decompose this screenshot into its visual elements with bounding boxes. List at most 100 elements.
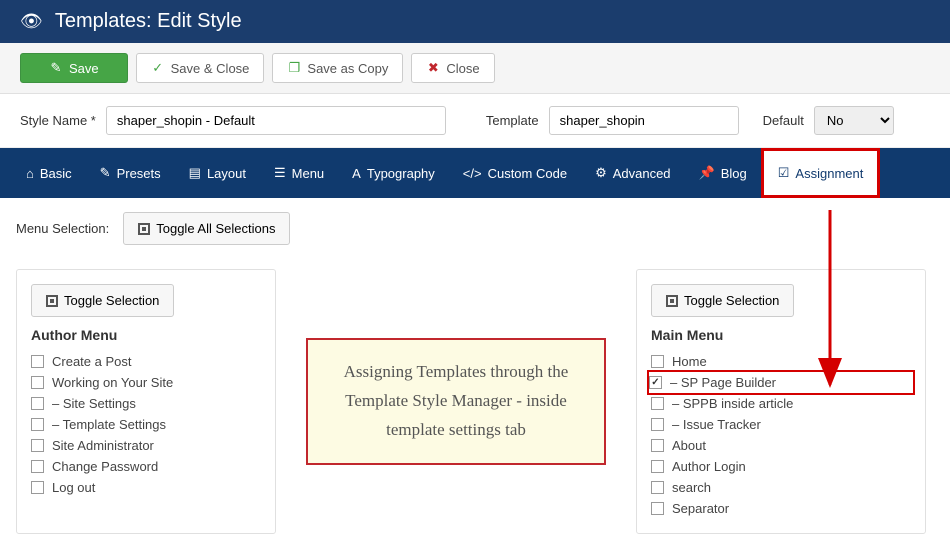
list-item: Author Login [651,456,911,477]
save-icon [49,60,63,76]
checkbox[interactable] [651,481,664,494]
tab-assignment[interactable]: ☑Assignment [761,148,881,198]
checkbox[interactable] [651,355,664,368]
checkbox[interactable] [31,418,44,431]
layout-icon: ▤ [189,165,201,181]
list-item: Log out [31,477,261,498]
page-header: 👁 Templates: Edit Style [0,0,950,43]
save-as-copy-button[interactable]: Save as Copy [272,53,403,83]
tab-custom-code[interactable]: </>Custom Code [449,148,581,198]
tab-bar: ⌂Basic ✎Presets ▤Layout ☰Menu ATypograph… [0,148,950,198]
columns: Toggle Selection Author Menu Create a Po… [16,269,934,534]
list-item: Create a Post [31,351,261,372]
list-item: Working on Your Site [31,372,261,393]
main-menu-panel: Toggle Selection Main Menu Home– SP Page… [636,269,926,534]
list-item: Site Administrator [31,435,261,456]
item-label: Working on Your Site [52,375,173,390]
checkbox[interactable] [651,460,664,473]
wand-icon: ✎ [100,165,111,181]
item-label: – Issue Tracker [672,417,761,432]
close-button[interactable]: Close [411,53,494,83]
style-form-row: Style Name * Template Default No [0,94,950,148]
item-label: Change Password [52,459,158,474]
style-name-input[interactable] [106,106,446,135]
main-menu-list: Home – SP Page Builder – SPPB inside artic… [651,351,911,519]
tab-presets[interactable]: ✎Presets [86,148,175,198]
menu-icon: ☰ [274,165,286,181]
checkbox[interactable] [31,481,44,494]
author-menu-list: Create a Post Working on Your Site – Site … [31,351,261,498]
item-label: Log out [52,480,95,495]
checkbox[interactable] [651,502,664,515]
item-label: – SP Page Builder [670,375,776,390]
toggle-icon [666,295,678,307]
author-menu-title: Author Menu [31,327,261,343]
author-menu-panel: Toggle Selection Author Menu Create a Po… [16,269,276,534]
checkbox[interactable] [31,397,44,410]
gear-icon: ⚙ [595,165,607,181]
item-label: Separator [672,501,729,516]
item-label: – Site Settings [52,396,136,411]
content-area: Menu Selection: Toggle All Selections To… [0,198,950,548]
list-item: – Template Settings [31,414,261,435]
annotation-callout: Assigning Templates through the Template… [306,338,606,465]
action-toolbar: Save Save & Close Save as Copy Close [0,43,950,94]
copy-icon [287,60,301,76]
save-copy-label: Save as Copy [307,61,388,76]
checkbox[interactable] [651,439,664,452]
default-label: Default [763,113,804,128]
item-label: search [672,480,711,495]
check-square-icon: ☑ [778,165,790,181]
checkbox[interactable] [649,376,662,389]
style-name-label: Style Name * [20,113,96,128]
save-close-label: Save & Close [171,61,250,76]
page-title: Templates: Edit Style [55,10,242,33]
item-label: About [672,438,706,453]
checkbox[interactable] [31,460,44,473]
tab-layout[interactable]: ▤Layout [175,148,260,198]
toggle-icon [46,295,58,307]
item-label: Author Login [672,459,746,474]
list-item: search [651,477,911,498]
tab-menu[interactable]: ☰Menu [260,148,338,198]
tab-advanced[interactable]: ⚙Advanced [581,148,684,198]
list-item: – SP Page Builder [647,370,915,395]
home-icon: ⌂ [26,166,34,181]
save-label: Save [69,61,99,76]
toggle-icon [138,223,150,235]
eye-icon: 👁 [20,11,43,32]
save-button[interactable]: Save [20,53,128,83]
list-item: – SPPB inside article [651,393,911,414]
close-label: Close [446,61,479,76]
toggle-selection-author[interactable]: Toggle Selection [31,284,174,317]
item-label: Home [672,354,707,369]
tab-blog[interactable]: 📌Blog [685,148,761,198]
checkbox[interactable] [651,397,664,410]
list-item: About [651,435,911,456]
menu-selection-row: Menu Selection: Toggle All Selections [16,212,934,245]
tab-typography[interactable]: ATypography [338,148,449,198]
checkbox[interactable] [651,418,664,431]
font-icon: A [352,166,361,181]
toggle-all-button[interactable]: Toggle All Selections [123,212,290,245]
callout-column: Assigning Templates through the Template… [296,269,616,534]
list-item: Home [651,351,911,372]
menu-selection-label: Menu Selection: [16,221,109,236]
code-icon: </> [463,166,482,181]
template-input[interactable] [549,106,739,135]
item-label: – Template Settings [52,417,166,432]
item-label: – SPPB inside article [672,396,793,411]
checkbox[interactable] [31,376,44,389]
item-label: Site Administrator [52,438,154,453]
checkbox[interactable] [31,439,44,452]
list-item: Separator [651,498,911,519]
item-label: Create a Post [52,354,132,369]
toggle-selection-main[interactable]: Toggle Selection [651,284,794,317]
pin-icon: 📌 [699,165,715,181]
list-item: – Issue Tracker [651,414,911,435]
tab-basic[interactable]: ⌂Basic [12,148,86,198]
checkbox[interactable] [31,355,44,368]
save-close-button[interactable]: Save & Close [136,53,265,83]
template-label: Template [486,113,539,128]
default-select[interactable]: No [814,106,894,135]
